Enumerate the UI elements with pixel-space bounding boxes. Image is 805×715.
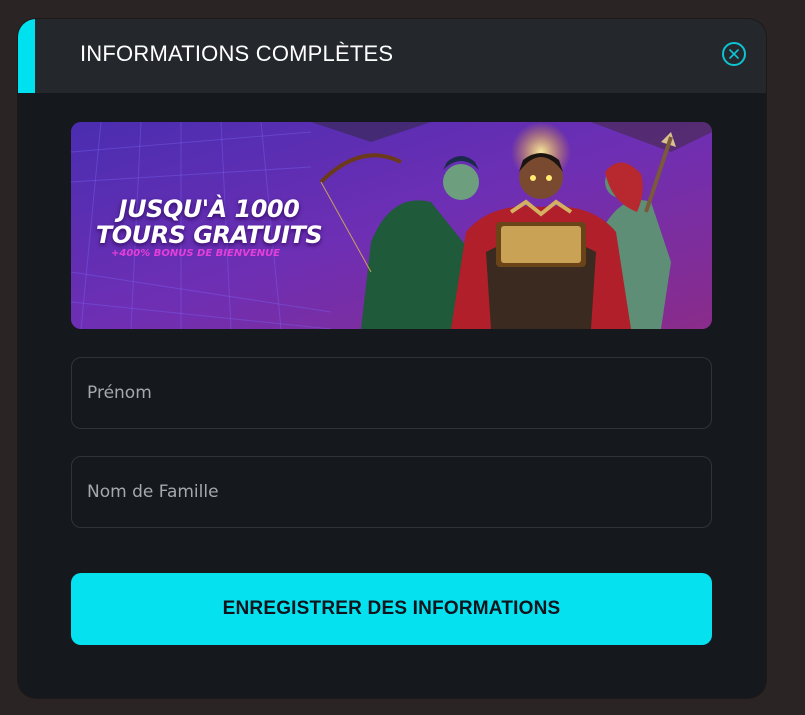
last-name-input[interactable] xyxy=(71,456,712,528)
close-button[interactable] xyxy=(722,42,746,66)
banner-headline-line1: JUSQU'À 1000 xyxy=(118,195,300,223)
close-icon xyxy=(729,49,739,59)
banner-headline: JUSQU'À 1000 TOURS GRATUITS xyxy=(79,196,339,248)
complete-info-modal: INFORMATIONS COMPLÈTES JUSQU'À 1000 TOUR… xyxy=(18,19,766,698)
header-accent-bar xyxy=(18,19,35,93)
promo-banner: JUSQU'À 1000 TOURS GRATUITS +400% BONUS … xyxy=(71,122,712,329)
save-info-button[interactable]: ENREGISTRER DES INFORMATIONS xyxy=(71,573,712,645)
banner-bonus-text: +400% BONUS DE BIENVENUE xyxy=(111,248,281,259)
first-name-input[interactable] xyxy=(71,357,712,429)
banner-headline-line2: TOURS GRATUITS xyxy=(95,221,323,249)
modal-title: INFORMATIONS COMPLÈTES xyxy=(80,41,394,66)
modal-header: INFORMATIONS COMPLÈTES xyxy=(18,19,766,93)
